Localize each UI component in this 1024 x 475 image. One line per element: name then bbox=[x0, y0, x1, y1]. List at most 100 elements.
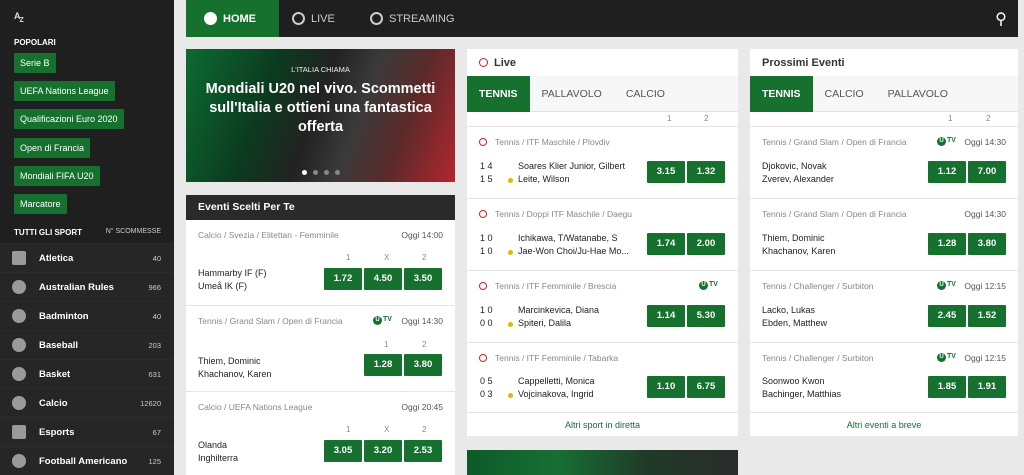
tab-calcio[interactable]: CALCIO bbox=[813, 76, 876, 112]
odd-label: 1 bbox=[384, 340, 389, 349]
live-event-row[interactable]: Tennis / ITF Maschile / Plovdiv 1 4 1 5 … bbox=[467, 126, 738, 198]
streaming-icon: U bbox=[937, 281, 946, 290]
live-event-row[interactable]: Tennis / Doppi ITF Maschile / Daegu 1 0 … bbox=[467, 198, 738, 270]
sport-item-baseball[interactable]: Baseball 203 bbox=[0, 330, 174, 359]
team-home: Marcinkevica, Diana bbox=[518, 305, 600, 315]
odd-button[interactable]: 2.53 bbox=[404, 440, 442, 462]
tv-badge: U TV bbox=[373, 316, 392, 325]
event-row[interactable]: Tennis / Grand Slam / Open di Francia UT… bbox=[186, 305, 455, 391]
odd-button[interactable]: 3.80 bbox=[968, 233, 1006, 255]
tab-label: LIVE bbox=[311, 12, 335, 25]
carousel-dot[interactable] bbox=[312, 170, 318, 175]
tv-label: TV bbox=[947, 281, 956, 288]
live-header: Live bbox=[467, 49, 528, 76]
carousel-dot[interactable] bbox=[334, 170, 340, 175]
event-category: Calcio / Svezia / Elitettan - Femminile bbox=[198, 230, 339, 240]
upcoming-event-row[interactable]: Tennis / Challenger / Surbiton U TV Oggi … bbox=[750, 270, 1018, 342]
sport-count: 203 bbox=[148, 341, 161, 350]
clock-icon bbox=[292, 12, 305, 25]
odd-button[interactable]: 1.32 bbox=[687, 161, 725, 183]
odd-button[interactable]: 1.91 bbox=[968, 376, 1006, 398]
odd-button[interactable]: 1.85 bbox=[928, 376, 966, 398]
sport-item-atletica[interactable]: Atletica 40 bbox=[0, 243, 174, 272]
team-away: Bachinger, Matthias bbox=[762, 389, 842, 399]
odd-button[interactable]: 7.00 bbox=[968, 161, 1006, 183]
popular-link[interactable]: Serie B bbox=[14, 53, 56, 73]
sport-item-calcio[interactable]: Calcio 12620 bbox=[0, 388, 174, 417]
tab-tennis[interactable]: TENNIS bbox=[750, 76, 813, 112]
featured-panel: Calcio / Svezia / Elitettan - Femminile … bbox=[186, 220, 455, 475]
sport-item-esports[interactable]: Esports 67 bbox=[0, 417, 174, 446]
upcoming-event-row[interactable]: Tennis / Grand Slam / Open di Francia Og… bbox=[750, 198, 1018, 270]
odd-button[interactable]: 3.15 bbox=[647, 161, 685, 183]
event-row[interactable]: Calcio / Svezia / Elitettan - Femminile … bbox=[186, 220, 455, 305]
live-event-row[interactable]: Tennis / ITF Femminile / Brescia U TV 1 0… bbox=[467, 270, 738, 342]
team-home: Olanda bbox=[198, 440, 228, 450]
tab-pallavolo[interactable]: PALLAVOLO bbox=[876, 76, 960, 112]
carousel-dot[interactable] bbox=[301, 170, 307, 175]
tab-pallavolo[interactable]: PALLAVOLO bbox=[530, 76, 614, 112]
tab-tennis[interactable]: TENNIS bbox=[467, 76, 530, 112]
odd-button[interactable]: 2.45 bbox=[928, 305, 966, 327]
promo-banner-secondary[interactable] bbox=[467, 450, 738, 475]
event-row[interactable]: Calcio / UEFA Nations League Oggi 20:45 … bbox=[186, 391, 455, 475]
odd-button[interactable]: 1.52 bbox=[968, 305, 1006, 327]
odd-label: 2 bbox=[422, 340, 427, 349]
event-category: Tennis / Challenger / Surbiton bbox=[762, 281, 874, 291]
popular-link[interactable]: Mondiali FIFA U20 bbox=[14, 166, 100, 186]
odd-button[interactable]: 6.75 bbox=[687, 376, 725, 398]
team-away: Ebden, Matthew bbox=[762, 318, 828, 328]
tv-badge: U TV bbox=[699, 281, 718, 290]
score-home: 1 0 bbox=[480, 305, 493, 315]
popular-link[interactable]: UEFA Nations League bbox=[14, 81, 115, 101]
odd-button[interactable]: 3.50 bbox=[404, 268, 442, 290]
sport-count: 125 bbox=[148, 457, 161, 466]
sport-name: Calcio bbox=[39, 398, 68, 409]
odd-button[interactable]: 1.14 bbox=[647, 305, 685, 327]
tab-calcio[interactable]: CALCIO bbox=[614, 76, 677, 112]
soccer-icon bbox=[12, 396, 26, 410]
odd-button[interactable]: 3.20 bbox=[364, 440, 402, 462]
team-away: Spiteri, Dalila bbox=[518, 318, 572, 328]
odd-button[interactable]: 3.05 bbox=[324, 440, 362, 462]
odd-button[interactable]: 5.30 bbox=[687, 305, 725, 327]
tab-streaming[interactable]: STREAMING bbox=[370, 0, 470, 37]
promo-banner[interactable]: L'ITALIA CHIAMA Mondiali U20 nel vivo. S… bbox=[186, 49, 455, 182]
sport-item-australian-rules[interactable]: Australian Rules 966 bbox=[0, 272, 174, 301]
more-live-link[interactable]: Altri sport in diretta bbox=[467, 412, 738, 436]
sport-item-basket[interactable]: Basket 631 bbox=[0, 359, 174, 388]
odd-label: X bbox=[384, 425, 390, 434]
odd-button[interactable]: 2.00 bbox=[687, 233, 725, 255]
panel-title: Prossimi Eventi bbox=[762, 56, 845, 69]
promo-headline: Mondiali U20 nel vivo. Scommetti sull'It… bbox=[205, 81, 436, 135]
popular-link[interactable]: Qualificazioni Euro 2020 bbox=[14, 109, 124, 129]
odd-button[interactable]: 4.50 bbox=[364, 268, 402, 290]
sport-count: 12620 bbox=[140, 399, 161, 408]
live-event-row[interactable]: Tennis / ITF Femminile / Tabarka 0 5 0 3… bbox=[467, 342, 738, 412]
sport-name: Badminton bbox=[39, 311, 89, 322]
carousel-dot[interactable] bbox=[323, 170, 329, 175]
popular-link[interactable]: Open di Francia bbox=[14, 138, 91, 158]
column-header-2: 2 bbox=[986, 114, 991, 123]
popular-link[interactable]: Marcatore bbox=[14, 194, 67, 214]
sport-item-football-americano[interactable]: Football Americano 125 bbox=[0, 446, 174, 475]
az-sort-icon[interactable]: AZ bbox=[14, 11, 24, 24]
streaming-icon: U bbox=[699, 281, 708, 290]
odd-button[interactable]: 1.10 bbox=[647, 376, 685, 398]
sport-item-badminton[interactable]: Badminton 40 bbox=[0, 301, 174, 330]
tab-home[interactable]: HOME bbox=[186, 0, 279, 37]
athletics-icon bbox=[12, 251, 26, 265]
odd-button[interactable]: 1.12 bbox=[928, 161, 966, 183]
search-button[interactable]: ⚲ bbox=[984, 0, 1018, 37]
odd-button[interactable]: 1.28 bbox=[928, 233, 966, 255]
event-category: Tennis / Doppi ITF Maschile / Daegu bbox=[495, 209, 633, 219]
odd-label: X bbox=[384, 253, 390, 262]
odd-button[interactable]: 1.28 bbox=[364, 354, 402, 376]
more-upcoming-link[interactable]: Altri eventi a breve bbox=[750, 412, 1018, 436]
upcoming-event-row[interactable]: Tennis / Challenger / Surbiton U TV Oggi … bbox=[750, 342, 1018, 412]
odd-button[interactable]: 1.74 bbox=[647, 233, 685, 255]
odd-button[interactable]: 3.80 bbox=[404, 354, 442, 376]
upcoming-event-row[interactable]: Tennis / Grand Slam / Open di Francia UT… bbox=[750, 126, 1018, 198]
tab-live[interactable]: LIVE bbox=[292, 0, 352, 37]
odd-button[interactable]: 1.72 bbox=[324, 268, 362, 290]
